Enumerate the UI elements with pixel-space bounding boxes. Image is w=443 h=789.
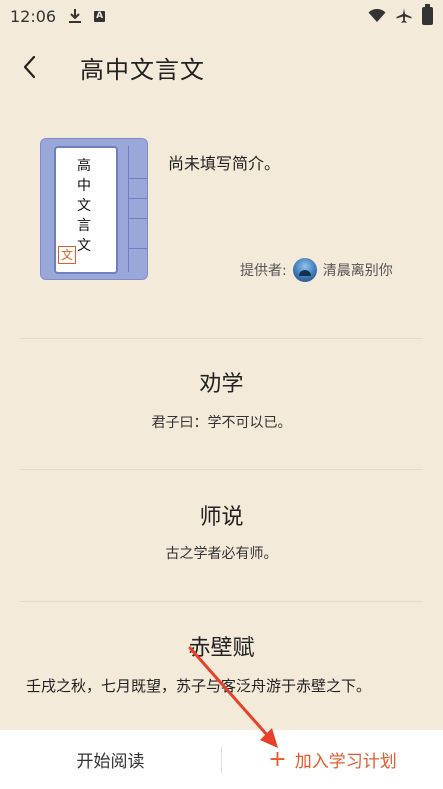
download-icon (69, 9, 82, 23)
plus-icon: + (268, 746, 287, 772)
chevron-left-icon (23, 55, 36, 79)
book-cover-char: 文 (77, 198, 91, 214)
lesson-quote: 壬戌之秋，七月既望，苏子与客泛舟游于赤壁之下。 (26, 677, 372, 695)
book-cover-char: 高 (77, 158, 91, 174)
a-badge-icon: A (94, 10, 106, 22)
book-intro: 尚未填写简介。 (168, 154, 281, 173)
book-cover-char: 中 (77, 178, 91, 194)
page-title: 高中文言文 (80, 55, 205, 84)
lesson-quote: 古之学者必有师。 (165, 546, 278, 562)
back-button[interactable] (0, 40, 60, 94)
add-study-plan-label: 加入学习计划 (294, 752, 397, 772)
divider (20, 601, 423, 602)
battery-icon (422, 4, 433, 25)
status-bar: 12:06 A (0, 0, 443, 32)
book-seal: 文 (58, 246, 76, 264)
book-cover-title: 高 中 文 言 文 (74, 156, 94, 256)
status-time: 12:06 (10, 6, 57, 26)
book-cover: 高 中 文 言 文 文 (40, 138, 148, 280)
avatar[interactable] (292, 258, 317, 282)
start-reading-button[interactable]: 开始阅读 (0, 730, 221, 789)
lesson-title[interactable]: 师说 (0, 499, 443, 531)
book-cover-char: 言 (77, 218, 91, 234)
add-study-plan-button[interactable]: + 加入学习计划 (222, 730, 443, 789)
airplane-icon (396, 8, 412, 23)
header: 高中文言文 (0, 40, 443, 94)
divider (20, 469, 423, 470)
lesson-title[interactable]: 赤壁赋 (0, 630, 443, 662)
provider-info[interactable]: 提供者: 清晨离别你 (240, 258, 393, 282)
lesson-quote: 君子曰：学不可以已。 (151, 415, 292, 431)
book-spine (128, 146, 147, 272)
bottom-action-bar: 开始阅读 + 加入学习计划 (0, 730, 443, 789)
lesson-title[interactable]: 劝学 (0, 366, 443, 398)
book-cover-char: 文 (77, 238, 91, 254)
provider-name[interactable]: 清晨离别你 (323, 260, 393, 280)
wifi-icon (368, 9, 386, 22)
provider-label: 提供者: (240, 263, 287, 279)
divider (20, 338, 423, 339)
